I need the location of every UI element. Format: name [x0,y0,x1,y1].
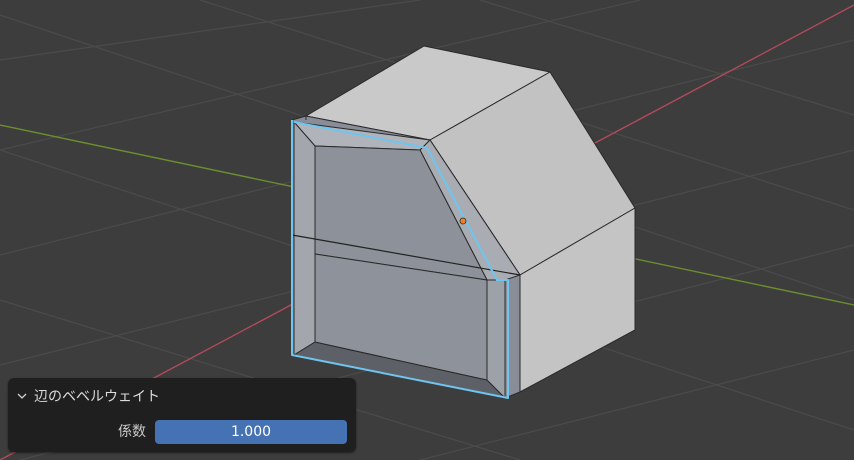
factor-row: 係数 1.000 [8,420,356,444]
operator-panel-header[interactable]: 辺のベベルウェイト [16,386,160,406]
chevron-down-icon [17,393,27,399]
bevel-right-strip [486,279,506,399]
factor-label: 係数 [118,424,146,440]
factor-number-field[interactable]: 1.000 [155,420,347,444]
operator-panel-title: 辺のベベルウェイト [34,389,160,405]
object-origin-icon [459,217,467,225]
operator-panel: 辺のベベルウェイト 係数 1.000 [8,378,356,452]
